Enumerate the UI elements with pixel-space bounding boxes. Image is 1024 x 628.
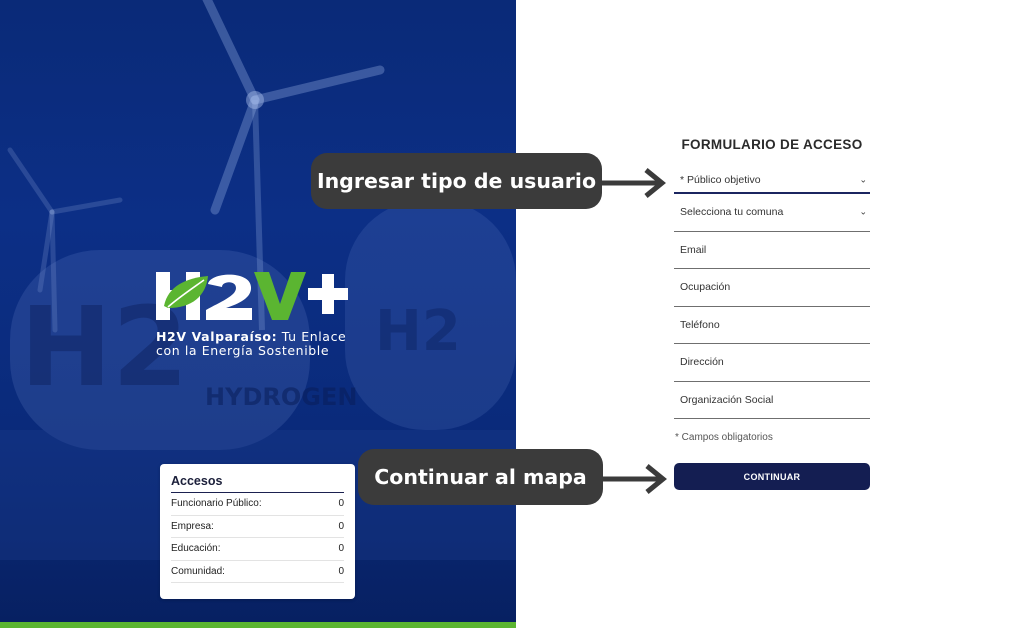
- accesos-row-label: Empresa:: [171, 520, 214, 532]
- accesos-title: Accesos: [171, 474, 344, 493]
- accesos-card: Accesos Funcionario Público: 0 Empresa: …: [160, 464, 355, 599]
- email-field-wrapper: [674, 232, 870, 269]
- accesos-row-count: 0: [338, 543, 344, 555]
- chevron-down-icon: ⌄: [859, 174, 867, 185]
- accesos-row-label: Comunidad:: [171, 565, 225, 577]
- tagline-line2: con la Energía Sostenible: [156, 343, 330, 358]
- required-fields-note: * Campos obligatorios: [675, 432, 773, 443]
- arrow-right-icon: [603, 464, 667, 494]
- organizacion-social-field[interactable]: [680, 393, 864, 406]
- email-field[interactable]: [680, 243, 864, 256]
- accesos-row-count: 0: [338, 520, 344, 532]
- logo-tagline: H2V Valparaíso: Tu Enlace con la Energía…: [156, 330, 366, 358]
- accesos-row-label: Educación:: [171, 543, 221, 555]
- telefono-field[interactable]: [680, 318, 864, 331]
- user-type-select[interactable]: * Público objetivo ⌄: [674, 168, 870, 194]
- comuna-select[interactable]: Selecciona tu comuna ⌄: [674, 194, 870, 232]
- organizacion-field-wrapper: [674, 382, 870, 419]
- arrow-right-icon: [602, 168, 666, 198]
- chevron-down-icon: ⌄: [859, 206, 867, 217]
- continue-button[interactable]: CONTINUAR: [674, 463, 870, 490]
- accesos-row: Educación: 0: [171, 538, 344, 561]
- accesos-row: Comunidad: 0: [171, 561, 344, 583]
- h2v-logo: H2V Valparaíso: Tu Enlace con la Energía…: [156, 270, 366, 358]
- bg-hydrogen-text: HYDROGEN: [205, 383, 357, 411]
- accesos-row-count: 0: [338, 565, 344, 577]
- form-title: FORMULARIO DE ACCESO: [681, 137, 863, 152]
- accesos-row-label: Funcionario Público:: [171, 498, 262, 510]
- tagline-bold: H2V Valparaíso:: [156, 329, 278, 344]
- callout-continue-map: Continuar al mapa: [358, 449, 603, 505]
- direccion-field[interactable]: [680, 356, 864, 369]
- access-form: FORMULARIO DE ACCESO * Público objetivo …: [674, 136, 870, 490]
- ocupacion-field[interactable]: [680, 281, 864, 294]
- green-bottom-stripe: [0, 622, 516, 628]
- telefono-field-wrapper: [674, 307, 870, 344]
- accesos-row-count: 0: [338, 498, 344, 510]
- ocupacion-field-wrapper: [674, 269, 870, 307]
- tagline-rest: Tu Enlace: [277, 329, 347, 344]
- direccion-field-wrapper: [674, 344, 870, 382]
- callout-user-type: Ingresar tipo de usuario: [311, 153, 602, 209]
- accesos-row: Funcionario Público: 0: [171, 493, 344, 516]
- h2v-plus-logo-mark: [156, 272, 348, 320]
- accesos-row: Empresa: 0: [171, 516, 344, 538]
- bg-h2-small-text: H2: [375, 299, 461, 364]
- comuna-select-value: Selecciona tu comuna: [680, 206, 784, 219]
- user-type-select-value: * Público objetivo: [680, 174, 761, 186]
